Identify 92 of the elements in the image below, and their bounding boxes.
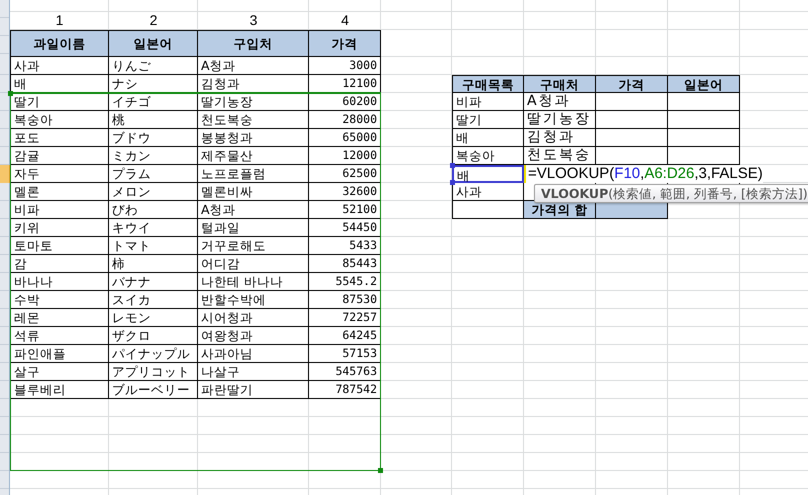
table-cell: 여왕청과 <box>198 327 309 345</box>
table-cell: パイナップル <box>109 345 198 363</box>
table-cell: A청과 <box>524 93 596 111</box>
table-cell: ブルーベリー <box>109 381 198 399</box>
column-header: 일본어 <box>109 30 198 57</box>
table-cell <box>668 93 740 111</box>
table-cell <box>668 111 740 129</box>
table-cell: 배 <box>452 129 524 147</box>
table-cell: 복숭아 <box>10 111 109 129</box>
table-cell: 나살구 <box>198 363 309 381</box>
table-cell: 사과 <box>452 183 524 201</box>
table-cell: 거꾸로해도 <box>198 237 309 255</box>
table-cell: 키위 <box>10 219 109 237</box>
table-cell: 천도복숭 <box>524 147 596 165</box>
table-cell: プラム <box>109 165 198 183</box>
row-header[interactable] <box>0 165 10 183</box>
column-number: 4 <box>340 12 350 30</box>
table-cell: キウイ <box>109 219 198 237</box>
table-cell: 수박 <box>10 291 109 309</box>
table-cell: 비파 <box>452 93 524 111</box>
table-cell: 레몬 <box>10 309 109 327</box>
table-cell: 어디감 <box>198 255 309 273</box>
total-label: 가격의 합 <box>524 201 596 219</box>
table-cell: 복숭아 <box>452 147 524 165</box>
table-cell: 노프로플럼 <box>198 165 309 183</box>
column-number: 3 <box>248 12 258 30</box>
table-cell: ナシ <box>109 75 198 93</box>
table-cell: びわ <box>109 201 198 219</box>
function-tooltip: VLOOKUP(検索値, 範囲, 列番号, [検索方法]) <box>534 184 808 203</box>
table-cell: 감 <box>10 255 109 273</box>
table-cell <box>668 129 740 147</box>
table-cell: 멜론 <box>10 183 109 201</box>
table-cell: 딸기 <box>452 111 524 129</box>
table-cell: 토마토 <box>10 237 109 255</box>
table-cell: トマト <box>109 237 198 255</box>
table-cell: 배 <box>10 75 109 93</box>
table-cell: レモン <box>109 309 198 327</box>
table-cell: 파란딸기 <box>198 381 309 399</box>
table-cell: メロン <box>109 183 198 201</box>
table-cell: 딸기 <box>10 93 109 111</box>
table-cell: ミカン <box>109 147 198 165</box>
table-cell: 사과아님 <box>198 345 309 363</box>
table-cell <box>596 147 668 165</box>
table-cell: 살구 <box>10 363 109 381</box>
table-cell: りんご <box>109 57 198 75</box>
table-cell: バナナ <box>109 273 198 291</box>
table-cell: 딸기농장 <box>198 93 309 111</box>
column-header: 구매처 <box>524 75 596 93</box>
table-cell <box>596 129 668 147</box>
table-cell: アプリコット <box>109 363 198 381</box>
table-cell: 나한테 바나나 <box>198 273 309 291</box>
table-cell: 멜론비싸 <box>198 183 309 201</box>
table-cell: イチゴ <box>109 93 198 111</box>
table-cell: 桃 <box>109 111 198 129</box>
column-header: 구매목록 <box>452 75 524 93</box>
column-number: 1 <box>54 12 64 30</box>
table-cell: 柿 <box>109 255 198 273</box>
table-cell: A청과 <box>198 201 309 219</box>
table-cell: 반할수박에 <box>198 291 309 309</box>
table-cell <box>596 111 668 129</box>
table-cell: 봉봉청과 <box>198 129 309 147</box>
table-cell: 비파 <box>10 201 109 219</box>
table-cell: 블루베리 <box>10 381 109 399</box>
table-cell: 석류 <box>10 327 109 345</box>
table-cell: 제주물산 <box>198 147 309 165</box>
column-header: 과일이름 <box>10 30 109 57</box>
column-header: 가격 <box>309 30 381 57</box>
table-cell: ブドウ <box>109 129 198 147</box>
table-cell: スイカ <box>109 291 198 309</box>
column-header: 일본어 <box>668 75 740 93</box>
formula-input[interactable]: =VLOOKUP(F10,A6:D26,3,FALSE) <box>524 165 763 183</box>
table-cell: 파인애플 <box>10 345 109 363</box>
table-cell: 딸기농장 <box>524 111 596 129</box>
table-cell: ザクロ <box>109 327 198 345</box>
table-cell: 3000 <box>309 57 381 75</box>
table-cell: 감귤 <box>10 147 109 165</box>
table-cell: 천도복숭 <box>198 111 309 129</box>
table-cell: 바나나 <box>10 273 109 291</box>
table-cell <box>668 147 740 165</box>
table-cell <box>452 201 524 219</box>
column-header: 가격 <box>596 75 668 93</box>
table-cell <box>596 93 668 111</box>
table-cell: 털과일 <box>198 219 309 237</box>
column-header: 구입처 <box>198 30 309 57</box>
column-number: 2 <box>148 12 158 30</box>
table-cell: 자두 <box>10 165 109 183</box>
table-cell[interactable]: 배 <box>452 165 524 183</box>
table-cell: 김청과 <box>524 129 596 147</box>
table-cell: 사과 <box>10 57 109 75</box>
table-cell: 시어청과 <box>198 309 309 327</box>
table-cell: A청과 <box>198 57 309 75</box>
table-cell: 포도 <box>10 129 109 147</box>
